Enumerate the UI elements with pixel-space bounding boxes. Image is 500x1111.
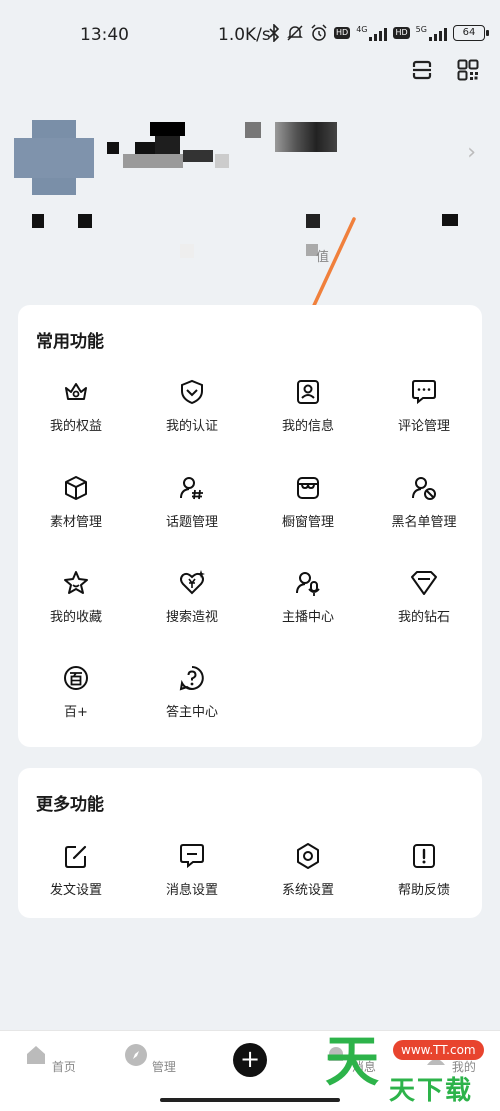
watermark-url: www.TT.com [393, 1040, 484, 1060]
signal-4g-icon: 4G [356, 25, 388, 41]
feature-label: 系统设置 [281, 883, 334, 898]
feature-label: 话题管理 [165, 515, 218, 530]
feature-label: 答主中心 [165, 705, 218, 720]
hd-tag-2: HD [393, 27, 410, 39]
feature-search-insight[interactable]: 搜索造视 [134, 568, 250, 625]
feature-post-settings[interactable]: 发文设置 [18, 841, 134, 898]
diamond-icon [411, 571, 437, 595]
common-features-card: 常用功能 我的权益 我的认证 我的信息 评论管理 素材管理 话题管理 橱窗管理 … [18, 305, 482, 747]
feature-message-settings[interactable]: 消息设置 [134, 841, 250, 898]
feature-showcase-management[interactable]: 橱窗管理 [250, 473, 366, 530]
user-block-icon [412, 477, 436, 500]
feature-label: 我的认证 [165, 419, 218, 434]
stats-pixelated: 值 [30, 210, 470, 270]
feature-label: 评论管理 [397, 419, 450, 434]
qr-code-icon[interactable] [456, 58, 480, 82]
top-actions [410, 58, 480, 82]
bluetooth-icon [269, 24, 280, 42]
mute-icon [287, 25, 303, 41]
badge-icon [181, 379, 203, 405]
feature-my-certification[interactable]: 我的认证 [134, 377, 250, 434]
network-5g-label: 5G [415, 25, 427, 34]
feature-help-feedback[interactable]: 帮助反馈 [366, 841, 482, 898]
id-card-icon [297, 380, 319, 404]
feature-label: 素材管理 [49, 515, 102, 530]
feature-label: 我的收藏 [49, 610, 102, 625]
scan-icon[interactable] [410, 58, 434, 82]
feature-anchor-center[interactable]: 主播中心 [250, 568, 366, 625]
feature-label: 黑名单管理 [391, 515, 457, 530]
feature-label: 主播中心 [281, 610, 334, 625]
feature-material-management[interactable]: 素材管理 [18, 473, 134, 530]
comment-icon [412, 380, 436, 405]
feature-my-favorites[interactable]: 我的收藏 [18, 568, 134, 625]
feature-system-settings[interactable]: 系统设置 [250, 841, 366, 898]
feature-label: 我的信息 [281, 419, 334, 434]
feature-my-diamonds[interactable]: 我的钻石 [366, 568, 482, 625]
cube-icon [65, 476, 87, 500]
nav-label: 管理 [151, 1060, 176, 1074]
network-4g-label: 4G [356, 25, 368, 34]
avatar[interactable] [14, 120, 94, 195]
user-hashtag-icon [180, 477, 203, 500]
home-indicator [160, 1098, 340, 1102]
hd-tag: HD [334, 27, 351, 39]
compass-icon [125, 1044, 148, 1066]
feature-topic-management[interactable]: 话题管理 [134, 473, 250, 530]
crown-icon [65, 383, 87, 400]
alarm-icon [311, 24, 327, 41]
feedback-icon [413, 844, 435, 868]
feature-my-info[interactable]: 我的信息 [250, 377, 366, 434]
nav-manage[interactable]: 管理 [120, 1043, 180, 1075]
more-features-title: 更多功能 [36, 795, 104, 815]
feature-answerer-center[interactable]: 答主中心 [134, 663, 250, 720]
watermark-logo: 天 www.TT.com 天下载 [325, 1030, 500, 1111]
signal-5g-icon: 5G [416, 25, 447, 41]
feature-label: 消息设置 [165, 883, 218, 898]
battery-icon: 64 [452, 25, 489, 41]
feature-blacklist-management[interactable]: 黑名单管理 [366, 473, 482, 530]
chevron-right-icon[interactable]: › [467, 140, 476, 165]
profile-header[interactable]: › 值 [0, 110, 500, 290]
nav-home[interactable]: 首页 [20, 1043, 80, 1075]
feature-bai-plus[interactable]: 百+ [18, 663, 134, 720]
status-icons: HD 4G HD 5G 64 [268, 24, 489, 42]
feature-label: 搜索造视 [165, 610, 218, 625]
storefront-icon [297, 477, 319, 499]
feature-label: 我的权益 [49, 419, 102, 434]
feature-my-rights[interactable]: 我的权益 [18, 377, 134, 434]
common-features-title: 常用功能 [36, 332, 104, 352]
feature-label: 发文设置 [49, 883, 102, 898]
home-icon [27, 1046, 46, 1064]
heart-sparkle-icon [180, 570, 205, 595]
feature-label: 橱窗管理 [281, 515, 334, 530]
username-pixelated [105, 120, 345, 170]
question-icon [179, 666, 204, 691]
bai-icon [64, 666, 88, 690]
status-network-speed: 1.0K/s [218, 25, 271, 45]
more-features-card: 更多功能 发文设置 消息设置 系统设置 帮助反馈 [18, 768, 482, 918]
status-time: 13:40 [80, 25, 129, 45]
settings-hex-icon [297, 843, 319, 869]
create-plus-button[interactable]: + [233, 1043, 267, 1077]
watermark-big-char: 天 [325, 1030, 379, 1093]
feature-label: 百+ [64, 705, 88, 720]
message-icon [180, 844, 204, 869]
feature-label: 帮助反馈 [397, 883, 450, 898]
feature-label: 我的钻石 [397, 610, 450, 625]
nav-label: 首页 [51, 1060, 76, 1074]
star-icon [64, 571, 88, 594]
watermark-text: 天下载 [389, 1076, 474, 1106]
edit-icon [65, 845, 87, 868]
feature-comment-management[interactable]: 评论管理 [366, 377, 482, 434]
user-mic-icon [296, 572, 320, 596]
